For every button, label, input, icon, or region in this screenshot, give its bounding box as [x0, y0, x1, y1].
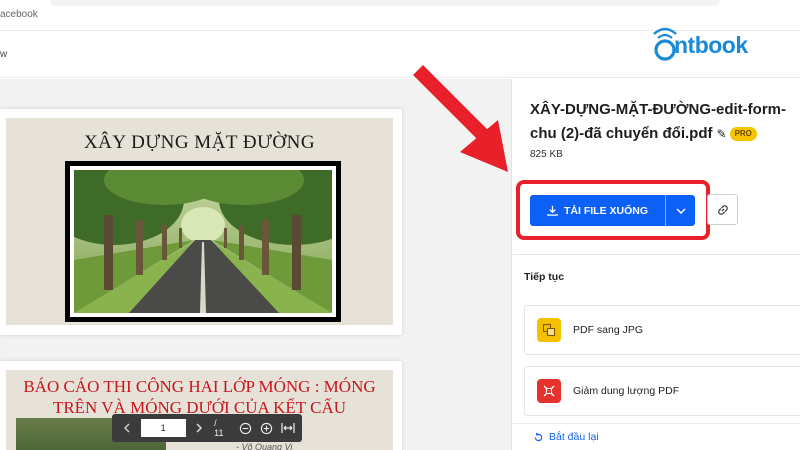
compress-icon	[537, 379, 561, 403]
copy-link-button[interactable]	[707, 194, 738, 225]
chevron-down-icon	[675, 207, 686, 214]
file-panel: XÂY-DỰNG-MẶT-ĐƯỜNG-edit-form-chu (2)-đã …	[513, 79, 800, 450]
download-options-button[interactable]	[666, 207, 695, 214]
jpg-icon	[537, 318, 561, 342]
page-number-input[interactable]: 1	[140, 419, 186, 437]
chevron-left-icon	[124, 423, 130, 433]
bookmark-facebook[interactable]: acebook	[0, 9, 38, 20]
fit-width-icon	[280, 423, 295, 433]
pro-badge: PRO	[729, 127, 757, 142]
restart-link[interactable]: Bắt đầu lại	[533, 431, 599, 443]
download-label: TẢI FILE XUỐNG	[564, 204, 648, 217]
page-total: / 11	[214, 418, 224, 438]
zoom-out-icon	[240, 422, 252, 434]
road-photo	[65, 161, 341, 322]
download-button[interactable]: TẢI FILE XUỐNG	[530, 195, 695, 226]
page-toolbar: 1 / 11	[112, 414, 302, 442]
slide-1: XÂY DỰNG MẶT ĐƯỜNG	[6, 118, 393, 325]
restart-icon	[534, 432, 543, 441]
tool-compress-pdf[interactable]: Giảm dung lượng PDF	[524, 366, 800, 416]
chevron-right-icon	[196, 423, 202, 433]
pencil-icon[interactable]: ✎	[717, 122, 727, 146]
download-icon	[547, 205, 558, 216]
header-text: w	[0, 49, 8, 60]
browser-address-bar[interactable]	[50, 0, 720, 6]
download-main-button[interactable]: TẢI FILE XUỐNG	[530, 195, 665, 226]
file-size: 825 KB	[530, 149, 563, 160]
tool-label: PDF sang JPG	[573, 324, 644, 336]
prev-page-button[interactable]	[118, 418, 137, 438]
restart-label: Bắt đầu lại	[549, 431, 599, 443]
link-icon	[717, 204, 728, 215]
slide-2-title: BÁO CÁO THI CÔNG HAI LỚP MÓNG : MÓNG TRÊ…	[23, 377, 376, 417]
pdf-page-1: XÂY DỰNG MẶT ĐƯỜNG	[0, 109, 402, 335]
slide-2-author: - Võ Quang Vi	[236, 442, 293, 450]
ntbook-logo: ntbook	[648, 24, 768, 68]
file-title: XÂY-DỰNG-MẶT-ĐƯỜNG-edit-form-chu (2)-đã …	[530, 98, 795, 146]
zoom-in-icon	[261, 422, 273, 434]
tool-pdf-to-jpg[interactable]: PDF sang JPG	[524, 305, 800, 355]
continue-heading: Tiếp tục	[524, 271, 565, 283]
fit-width-button[interactable]	[279, 419, 296, 437]
slide-1-title: XÂY DỰNG MẶT ĐƯỜNG	[83, 132, 316, 153]
next-page-button[interactable]	[190, 418, 209, 438]
zoom-in-button[interactable]	[258, 419, 275, 437]
tool-label: Giảm dung lượng PDF	[573, 385, 680, 397]
pdf-viewer[interactable]: XÂY DỰNG MẶT ĐƯỜNG BÁO CÁO THI CÔNG HAI …	[0, 79, 512, 450]
logo-text: ntbook	[674, 32, 748, 58]
zoom-out-button[interactable]	[238, 419, 255, 437]
tree-road-image	[74, 170, 332, 313]
